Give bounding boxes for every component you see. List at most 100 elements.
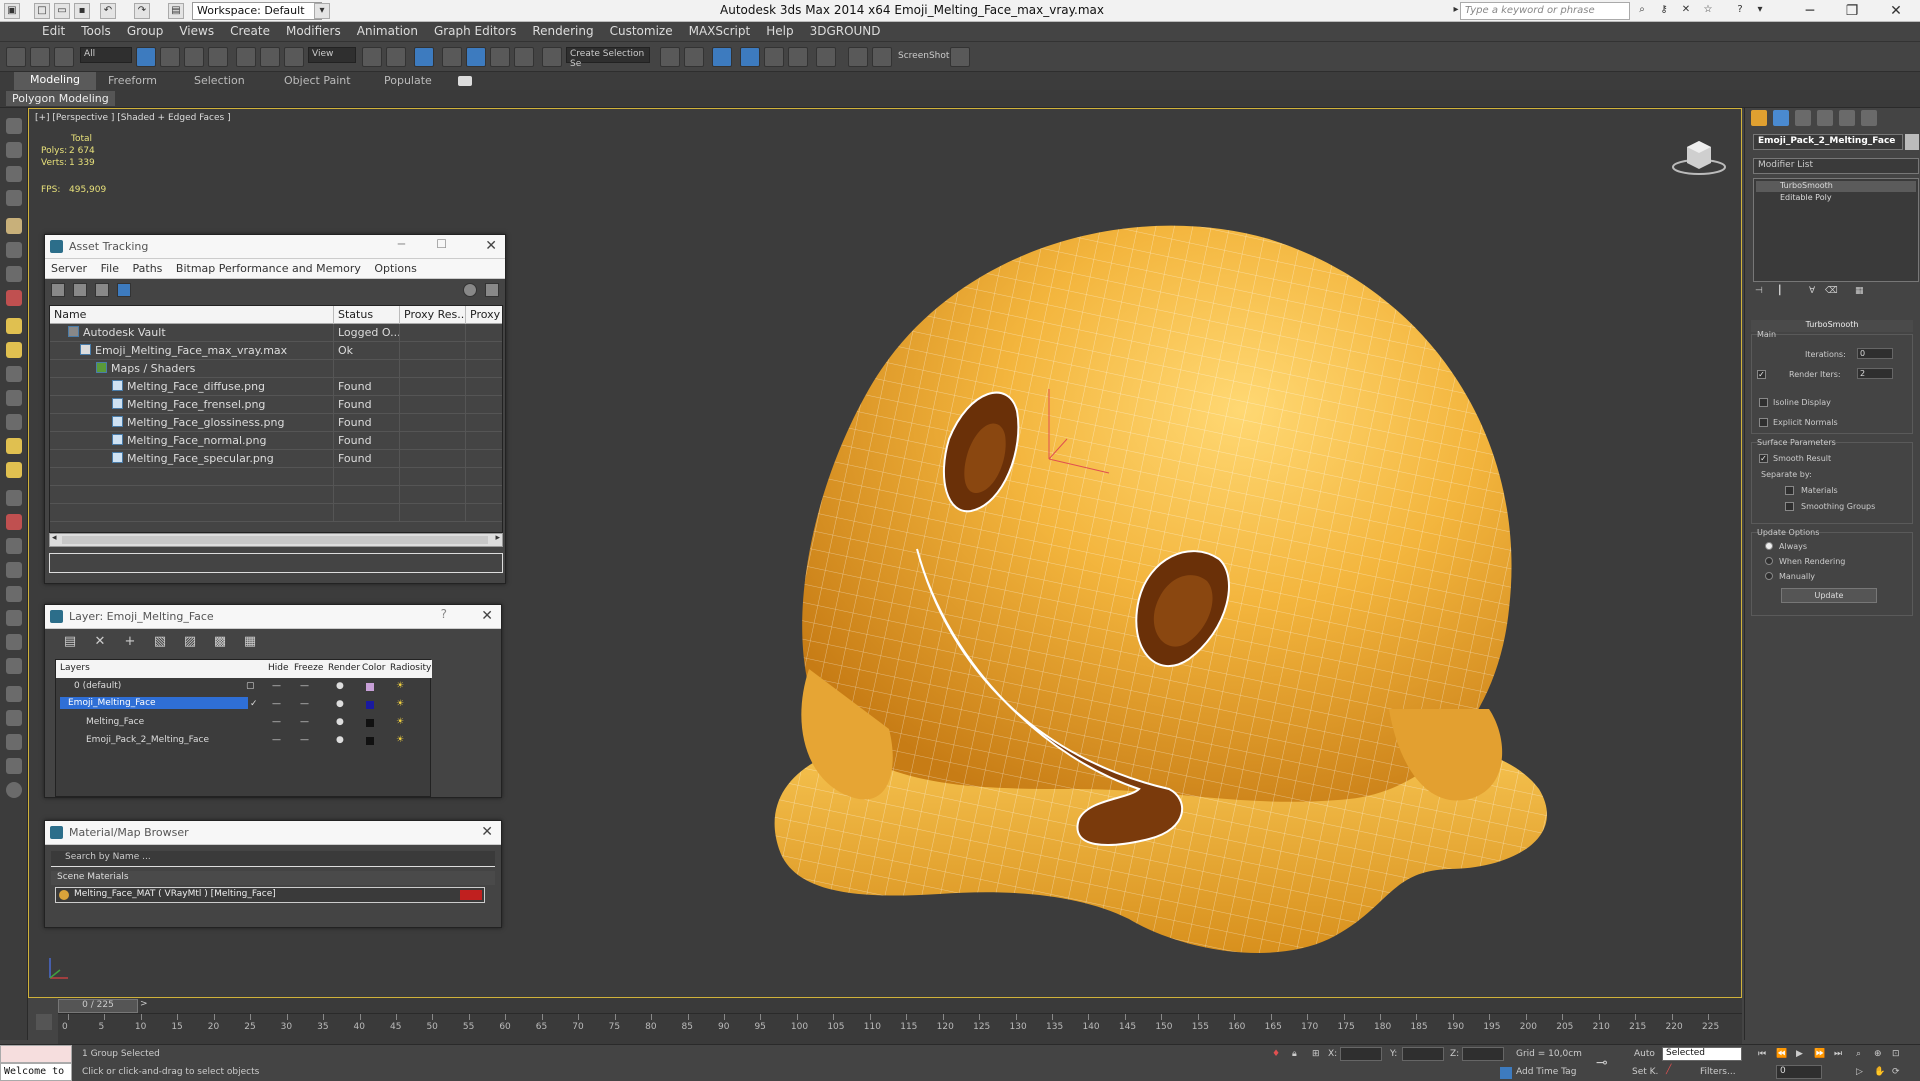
save-file-icon[interactable]: ▪	[74, 3, 90, 19]
freeze-toggle[interactable]: —	[300, 717, 309, 727]
edit-named-selection-icon[interactable]	[542, 47, 562, 67]
menu-create[interactable]: Create	[222, 22, 278, 38]
menu-customize[interactable]: Customize	[602, 22, 681, 38]
close-icon[interactable]: ✕	[1876, 1, 1916, 21]
asset-tracking-titlebar[interactable]: Asset Tracking ─ ☐ ✕	[45, 235, 505, 259]
update-button[interactable]: Update	[1781, 588, 1877, 603]
menu-bitmap-performance[interactable]: Bitmap Performance and Memory	[176, 262, 361, 275]
hierarchy-tab-icon[interactable]	[1795, 110, 1811, 126]
select-objects-in-layer-icon[interactable]: ▧	[153, 635, 167, 649]
bind-spacewarp-icon[interactable]	[54, 47, 74, 67]
new-file-icon[interactable]: □	[34, 3, 50, 19]
always-radio[interactable]	[1765, 542, 1773, 550]
tab-object-paint[interactable]: Object Paint	[284, 74, 351, 87]
layer-color-swatch[interactable]	[366, 719, 374, 727]
render-teapot-icon[interactable]: ●	[336, 717, 344, 727]
undo-icon[interactable]: ↶	[100, 3, 116, 19]
delete-layer-icon[interactable]: ✕	[93, 635, 107, 649]
display-tab-icon[interactable]	[1839, 110, 1855, 126]
workspace-dropdown[interactable]: Workspace: Default	[192, 2, 322, 20]
col-radiosity[interactable]: Radiosity	[390, 663, 431, 673]
menu-3dground[interactable]: 3DGROUND	[802, 22, 889, 38]
pan-icon[interactable]: ✋	[1874, 1067, 1885, 1077]
active-layer-check-icon[interactable]: ✓	[250, 699, 258, 709]
add-time-tag[interactable]: Add Time Tag	[1516, 1067, 1576, 1077]
menu-modifiers[interactable]: Modifiers	[278, 22, 349, 38]
radiosity-icon[interactable]: ☀	[396, 681, 404, 691]
select-by-name-icon[interactable]	[160, 47, 180, 67]
utilities-tab-icon[interactable]	[1861, 110, 1877, 126]
named-selection-dropdown[interactable]: Create Selection Se	[566, 47, 650, 69]
table-row[interactable]: Autodesk Vault Logged O...	[50, 324, 502, 342]
zoom-icon[interactable]: ⌕	[1856, 1049, 1861, 1059]
polygon-modeling-panel[interactable]: Polygon Modeling	[6, 91, 115, 106]
smooth-result-checkbox[interactable]: ✓	[1759, 454, 1768, 463]
close-icon[interactable]: ✕	[481, 824, 493, 840]
layer-name[interactable]: Emoji_Melting_Face	[60, 697, 248, 709]
cloth-icon[interactable]	[6, 610, 22, 626]
unlink-icon[interactable]	[30, 47, 50, 67]
layer-manager-icon[interactable]	[712, 47, 732, 67]
scene-materials-group[interactable]: Scene Materials	[51, 871, 495, 885]
show-end-result-icon[interactable]: ┃	[1777, 286, 1782, 296]
layer-row[interactable]: Melting_Face — — ● ☀	[56, 714, 432, 732]
tree-view-icon[interactable]	[95, 283, 109, 297]
cylinder-icon[interactable]	[6, 366, 22, 382]
radiosity-icon[interactable]: ☀	[396, 717, 404, 727]
modify-tab-icon[interactable]	[1773, 110, 1789, 126]
zoom-extents-icon[interactable]: ⊡	[1892, 1049, 1900, 1059]
angle-snap-icon[interactable]	[466, 47, 486, 67]
highlight-layer-icon[interactable]: ▨	[183, 635, 197, 649]
col-layers[interactable]: Layers	[60, 663, 90, 673]
layer-row[interactable]: 0 (default) ▢ — — ● ☀	[56, 678, 432, 696]
maximize-icon[interactable]: ❐	[1832, 1, 1872, 21]
layer-manager-window[interactable]: Layer: Emoji_Melting_Face ? ✕ ▤ ✕ + ▧ ▨ …	[44, 604, 502, 798]
set-key-icon[interactable]: ╱	[1666, 1065, 1671, 1075]
explicit-normals-checkbox[interactable]	[1759, 418, 1768, 427]
menu-help[interactable]: Help	[758, 22, 801, 38]
x-coord-field[interactable]	[1340, 1047, 1382, 1061]
menu-graph-editors[interactable]: Graph Editors	[426, 22, 524, 38]
biped-icon[interactable]	[6, 538, 22, 554]
chevron-down-icon[interactable]: ▾	[314, 3, 330, 19]
isoline-display-checkbox[interactable]	[1759, 398, 1768, 407]
graphite-ribbon-icon[interactable]	[740, 47, 760, 67]
particles-icon[interactable]	[6, 514, 22, 530]
selection-lock-icon[interactable]: 🔒︎	[1292, 1049, 1297, 1059]
notes-icon[interactable]	[6, 758, 22, 774]
help-icon[interactable]	[463, 283, 477, 297]
when-rendering-radio[interactable]	[1765, 557, 1773, 565]
settings-icon[interactable]	[485, 283, 499, 297]
key-filters-button[interactable]: Filters...	[1700, 1067, 1736, 1077]
tab-freeform[interactable]: Freeform	[108, 74, 157, 87]
move-icon[interactable]	[236, 47, 256, 67]
go-to-start-icon[interactable]: ⏮	[1758, 1049, 1766, 1059]
scale-icon[interactable]	[284, 47, 304, 67]
omni-light-icon[interactable]	[6, 462, 22, 478]
snaps-toggle-icon[interactable]	[442, 47, 462, 67]
script-icon[interactable]	[6, 734, 22, 750]
app-menu-icon[interactable]: ▣	[4, 3, 20, 19]
zoom-all-icon[interactable]: ⊕	[1874, 1049, 1882, 1059]
select-object-icon[interactable]	[136, 47, 156, 67]
layer-name[interactable]: Melting_Face	[86, 717, 144, 727]
key-mode-icon[interactable]: ⊸	[1596, 1055, 1608, 1071]
table-row[interactable]: Melting_Face_specular.png Found	[50, 450, 502, 468]
radiosity-icon[interactable]: ☀	[396, 699, 404, 709]
select-manipulate-icon[interactable]	[386, 47, 406, 67]
col-name[interactable]: Name	[50, 306, 334, 324]
create-tab-icon[interactable]	[1751, 110, 1767, 126]
stack-item-turbosmooth[interactable]: TurboSmooth	[1756, 181, 1916, 192]
play-icon[interactable]: ▶	[1796, 1049, 1803, 1059]
rectangular-selection-icon[interactable]	[184, 47, 204, 67]
material-search-input[interactable]: Search by Name ...	[51, 851, 495, 867]
selection-filter-dropdown[interactable]: All	[80, 47, 132, 63]
align-icon[interactable]	[684, 47, 704, 67]
table-row[interactable]: Melting_Face_normal.png Found	[50, 432, 502, 450]
y-coord-field[interactable]	[1402, 1047, 1444, 1061]
layer-color-swatch[interactable]	[366, 737, 374, 745]
radiosity-icon[interactable]: ☀	[396, 735, 404, 745]
viewport-label[interactable]: [+] [Perspective ] [Shaded + Edged Faces…	[35, 113, 231, 123]
timeline-ruler[interactable]: 0 5 10 15 20 25 30 35 40 45 50 55 60 65 70 75 80 85 90 95 10…	[58, 1014, 1742, 1044]
col-hide[interactable]: Hide	[268, 663, 289, 673]
